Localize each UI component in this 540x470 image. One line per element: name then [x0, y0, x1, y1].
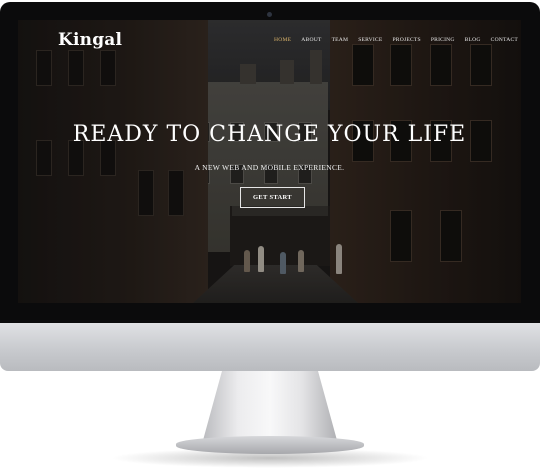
get-start-button[interactable]: GET START: [240, 187, 305, 208]
nav-service[interactable]: SERVICE: [358, 37, 382, 43]
website-screen: Kingal HOME ABOUT TEAM SERVICE PROJECTS …: [18, 20, 521, 303]
monitor-stand-base: [176, 436, 364, 454]
nav-team[interactable]: TEAM: [332, 37, 349, 43]
nav-about[interactable]: ABOUT: [301, 37, 321, 43]
hero-background-image: [18, 20, 521, 303]
monitor-stand: [202, 371, 338, 441]
webcam-icon: [267, 12, 272, 17]
nav-projects[interactable]: PROJECTS: [392, 37, 420, 43]
nav-home[interactable]: HOME: [274, 37, 291, 43]
nav-contact[interactable]: CONTACT: [491, 37, 518, 43]
hero-subtitle: A NEW WEB AND MOBILE EXPERIENCE.: [194, 163, 345, 172]
hero-title: READY TO CHANGE YOUR LIFE: [72, 122, 467, 147]
monitor-chin: [0, 321, 540, 371]
nav-pricing[interactable]: PRICING: [431, 37, 455, 43]
nav-blog[interactable]: BLOG: [465, 37, 481, 43]
site-logo[interactable]: Kingal: [58, 30, 122, 50]
main-navigation: HOME ABOUT TEAM SERVICE PROJECTS PRICING…: [274, 37, 518, 43]
